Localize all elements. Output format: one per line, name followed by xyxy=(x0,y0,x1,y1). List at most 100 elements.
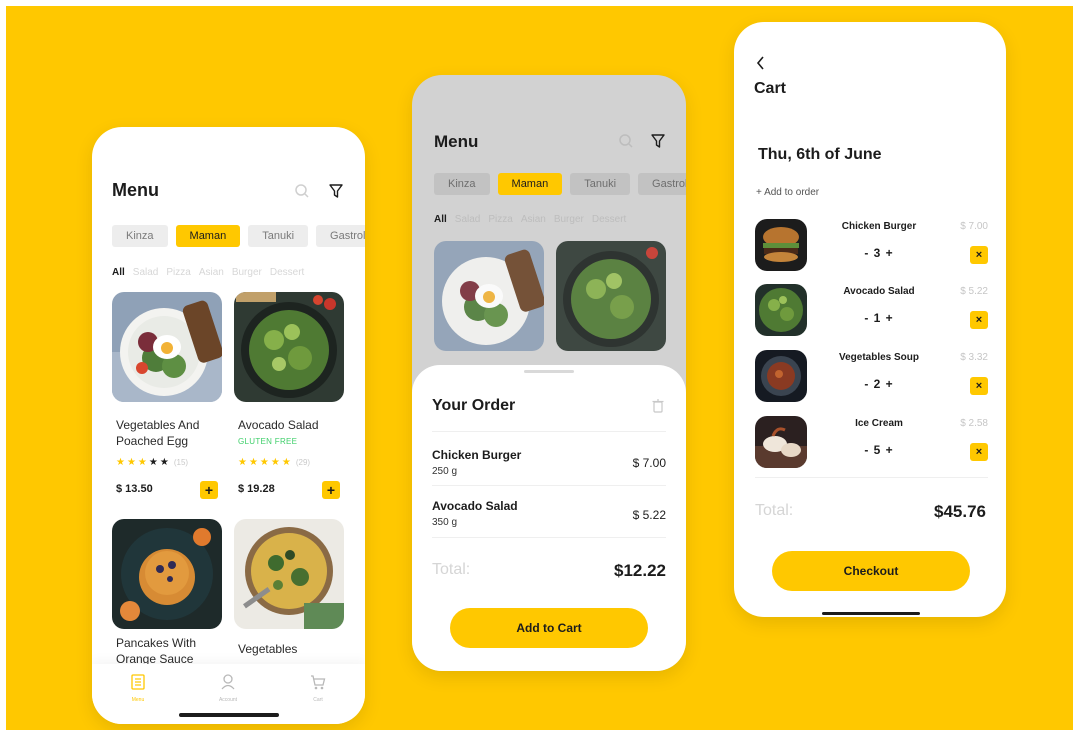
cart-item-image-soup xyxy=(755,350,807,402)
category-dessert[interactable]: Dessert xyxy=(270,267,304,278)
cart-item-price: $ 7.00 xyxy=(960,221,988,232)
food-image-egg-bowl[interactable] xyxy=(112,292,222,402)
category-asian[interactable]: Asian xyxy=(521,214,546,225)
increase-button[interactable]: + xyxy=(881,443,893,457)
restaurant-tabs: Kinza Maman Tanuki Gastrol xyxy=(434,173,686,195)
tab-maman[interactable]: Maman xyxy=(497,173,563,195)
food-image-egg-bowl[interactable] xyxy=(434,241,544,351)
remove-item-button[interactable]: × xyxy=(970,246,988,264)
page-title: Menu xyxy=(434,132,479,151)
divider xyxy=(432,485,666,486)
back-arrow-icon[interactable] xyxy=(756,56,766,70)
increase-button[interactable]: + xyxy=(881,246,893,260)
review-count: (15) xyxy=(173,458,189,467)
tab-gastrol[interactable]: Gastrol xyxy=(638,173,686,195)
trash-icon[interactable] xyxy=(652,399,664,413)
cart-screen: Cart Thu, 6th of June + Add to order Chi… xyxy=(734,22,1006,617)
cart-item-price: $ 2.58 xyxy=(960,418,988,429)
category-pizza[interactable]: Pizza xyxy=(166,267,190,278)
cart-item-name: Chicken Burger xyxy=(841,221,917,232)
nav-cart[interactable]: Cart xyxy=(298,674,338,703)
bottom-nav: Menu Account Cart xyxy=(92,664,365,724)
delivery-date: Thu, 6th of June xyxy=(758,146,882,163)
account-icon xyxy=(221,674,235,690)
search-icon[interactable] xyxy=(618,133,634,149)
quantity-stepper[interactable]: - 3 + xyxy=(824,246,934,260)
page-title: Menu xyxy=(112,180,159,200)
remove-item-button[interactable]: × xyxy=(970,377,988,395)
decrease-button[interactable]: - xyxy=(864,311,873,325)
cart-item-name: Vegetables Soup xyxy=(838,352,920,363)
restaurant-tabs: Kinza Maman Tanuki Gastrol xyxy=(112,225,365,247)
divider xyxy=(432,431,666,432)
order-item-weight: 350 g xyxy=(432,517,458,528)
quantity-stepper[interactable]: - 5 + xyxy=(824,443,934,457)
food-image-salad-pan[interactable] xyxy=(234,292,344,402)
tab-tanuki[interactable]: Tanuki xyxy=(248,225,309,247)
add-to-order-link[interactable]: + Add to order xyxy=(756,187,819,198)
checkout-button[interactable]: Checkout xyxy=(772,551,970,591)
tab-tanuki[interactable]: Tanuki xyxy=(570,173,631,195)
add-to-cart-button[interactable]: Add to Cart xyxy=(450,608,648,648)
order-item-weight: 250 g xyxy=(432,466,458,477)
increase-button[interactable]: + xyxy=(881,311,893,325)
tab-gastrol[interactable]: Gastrol xyxy=(316,225,365,247)
menu-screen: Menu Kinza Maman Tanuki Gastrol All Sala… xyxy=(92,127,365,724)
decrease-button[interactable]: - xyxy=(864,246,873,260)
total-label: Total: xyxy=(755,502,794,519)
order-screen: Menu Kinza Maman Tanuki Gastrol All Sala… xyxy=(412,75,686,671)
add-item-button[interactable]: + xyxy=(322,481,340,499)
filter-icon[interactable] xyxy=(650,133,666,149)
nav-label: Account xyxy=(218,697,238,703)
food-name: Pancakes With Orange Sauce xyxy=(116,636,197,666)
category-all[interactable]: All xyxy=(112,267,125,278)
tab-maman[interactable]: Maman xyxy=(175,225,241,247)
category-salad[interactable]: Salad xyxy=(455,214,481,225)
cart-icon xyxy=(311,675,326,690)
food-price: $ 19.28 xyxy=(238,483,275,495)
order-item-name: Chicken Burger xyxy=(432,448,522,462)
rating-stars: ★★★★★ (15) xyxy=(116,457,189,468)
decrease-button[interactable]: - xyxy=(864,377,873,391)
category-burger[interactable]: Burger xyxy=(232,267,262,278)
food-image-salad-pan[interactable] xyxy=(556,241,666,351)
category-dessert[interactable]: Dessert xyxy=(592,214,626,225)
total-label: Total: xyxy=(432,561,471,578)
nav-menu[interactable]: Menu xyxy=(118,674,158,703)
add-item-button[interactable]: + xyxy=(200,481,218,499)
order-sheet: Your Order Chicken Burger 250 g $ 7.00 A… xyxy=(412,365,686,671)
decrease-button[interactable]: - xyxy=(864,443,873,457)
menu-icon xyxy=(131,674,145,690)
page-title: Cart xyxy=(754,80,787,97)
nav-account[interactable]: Account xyxy=(208,674,248,703)
category-all[interactable]: All xyxy=(434,214,447,225)
remove-item-button[interactable]: × xyxy=(970,443,988,461)
quantity-stepper[interactable]: - 1 + xyxy=(824,311,934,325)
increase-button[interactable]: + xyxy=(881,377,893,391)
food-image-veg-bowl[interactable] xyxy=(234,519,344,629)
nav-label: Menu xyxy=(131,697,145,703)
home-indicator xyxy=(822,612,920,615)
category-salad[interactable]: Salad xyxy=(133,267,159,278)
category-pizza[interactable]: Pizza xyxy=(488,214,512,225)
tab-kinza[interactable]: Kinza xyxy=(434,173,490,195)
food-name: Avocado Salad xyxy=(238,418,319,432)
search-icon[interactable] xyxy=(294,183,310,199)
cart-item-name: Ice Cream xyxy=(855,418,903,429)
category-burger[interactable]: Burger xyxy=(554,214,584,225)
food-name: Vegetables And Poached Egg xyxy=(116,418,200,448)
nav-label: Cart xyxy=(313,697,323,703)
tab-kinza[interactable]: Kinza xyxy=(112,225,168,247)
rating-stars: ★★★★★ (29) xyxy=(238,457,311,468)
review-count: (29) xyxy=(295,458,311,467)
filter-icon[interactable] xyxy=(328,183,344,199)
sheet-handle[interactable] xyxy=(524,370,574,373)
remove-item-button[interactable]: × xyxy=(970,311,988,329)
food-image-pancakes[interactable] xyxy=(112,519,222,629)
cart-item-price: $ 5.22 xyxy=(960,286,988,297)
quantity-stepper[interactable]: - 2 + xyxy=(824,377,934,391)
category-asian[interactable]: Asian xyxy=(199,267,224,278)
cart-item-name: Avocado Salad xyxy=(843,286,915,297)
divider xyxy=(432,537,666,538)
gluten-free-badge: GLUTEN FREE xyxy=(238,437,298,446)
